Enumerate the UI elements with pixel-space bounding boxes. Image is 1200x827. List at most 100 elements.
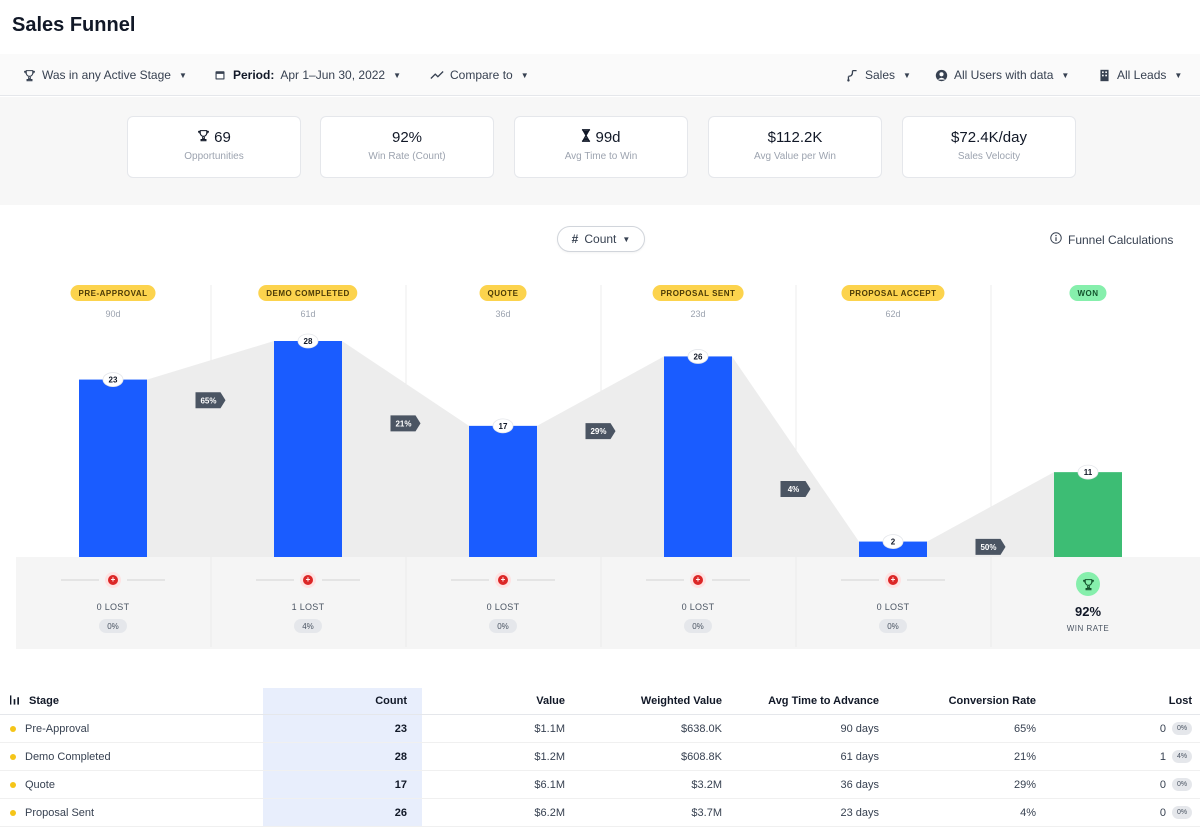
trophy-icon [22,68,36,82]
stage-dot [10,809,16,816]
lost-count: 0 LOST [876,602,910,612]
period-label: Period: [233,68,275,82]
stage-badge: QUOTE [479,285,527,301]
calendar-icon [213,68,227,82]
lost-percent: 0% [489,619,517,633]
table-row[interactable]: Quote 17 $6.1M $3.2M 36 days 29% 0 0% [0,771,1200,799]
header-lost[interactable]: Lost [1100,688,1192,714]
win-trophy-icon [1076,572,1100,596]
chevron-down-icon: ▼ [520,70,529,80]
weighted-value-cell: $638.0K [681,722,722,735]
chevron-down-icon: ▼ [393,70,402,80]
conversion-cell: 65% [1013,722,1036,735]
header-conversion-rate[interactable]: Conversion Rate [885,688,1036,714]
stage-dot [10,725,16,732]
lost-pct-pill: 0% [1172,722,1192,735]
kpi-value: 69 [214,129,231,146]
chevron-down-icon: ▼ [903,70,911,80]
kpi-sales-velocity: $72.4K/day Sales Velocity [902,116,1076,178]
lost-band [16,557,1200,649]
funnel-chart: 23 28 17 26 2 11 65% 21% 29% 4% 50% [16,285,1200,649]
leads-label: All Leads [1117,68,1167,82]
lost-icon: + [690,572,706,588]
conversion-rate-label: 4% [788,485,800,494]
lost-value: 1 [1159,750,1166,763]
avg-time-cell: 61 days [840,750,879,763]
weighted-value-cell: $608.8K [681,750,722,763]
lost-pct-pill: 0% [1172,778,1192,791]
kpi-value: 92% [391,129,423,146]
bar-value-label: 11 [1084,468,1093,477]
funnel-bar [664,356,732,557]
value-cell: $1.1M [534,722,565,735]
win-rate-label: WIN RATE [1066,624,1110,633]
leads-dropdown[interactable]: All Leads ▼ [1097,54,1182,96]
lost-percent: 0% [684,619,712,633]
conversion-rate-label: 65% [200,396,216,405]
trend-line-icon [430,68,444,82]
chevron-down-icon: ▼ [178,70,187,80]
kpi-label: Avg Value per Win [754,151,836,162]
value-cell: $6.2M [534,806,565,819]
avg-time-cell: 90 days [840,722,879,735]
metric-select[interactable]: # Count ▼ [557,226,645,252]
header-stage[interactable]: Stage [10,688,59,714]
lost-count: 1 LOST [291,602,325,612]
period-dropdown[interactable]: Period: Apr 1–Jun 30, 2022 ▼ [213,54,401,96]
conversion-rate-label: 29% [590,427,606,436]
funnel-calculations-link[interactable]: Funnel Calculations [1050,232,1173,247]
stage-dot [10,753,16,760]
header-value[interactable]: Value [430,688,565,714]
weighted-value-cell: $3.2M [691,778,722,791]
info-icon [1050,232,1062,247]
pipeline-dropdown[interactable]: Sales ▼ [845,54,911,96]
building-icon [1097,68,1111,82]
kpi-label: Avg Time to Win [564,151,638,162]
funnel-pipeline-icon [845,68,859,82]
lost-value: 0 [1159,778,1166,791]
conversion-cell: 29% [1013,778,1036,791]
lost-icon: + [105,572,121,588]
table-row[interactable]: Demo Completed 28 $1.2M $608.8K 61 days … [0,743,1200,771]
bar-value-label: 28 [304,337,313,346]
stage-days: 62d [885,309,901,319]
count-cell: 17 [394,778,407,791]
kpi-win-rate: 92% Win Rate (Count) [320,116,494,178]
kpi-label: Opportunities [184,151,244,162]
funnel-bar [469,425,537,557]
table-header: Stage Count Value Weighted Value Avg Tim… [0,688,1200,715]
lost-count: 0 LOST [681,602,715,612]
lost-pct-pill: 4% [1172,750,1192,763]
table-row[interactable]: Pre-Approval 23 $1.1M $638.0K 90 days 65… [0,715,1200,743]
stage-cell: Quote [10,771,55,798]
bar-value-label: 23 [109,376,118,385]
bar-chart-icon [10,694,21,708]
header-count[interactable]: Count [263,688,407,714]
stage-cell: Proposal Sent [10,799,94,826]
pipeline-label: Sales [865,68,896,82]
stage-name: Proposal Sent [25,806,95,819]
table-body: Pre-Approval 23 $1.1M $638.0K 90 days 65… [0,715,1200,827]
weighted-value-cell: $3.7M [691,806,722,819]
stage-days: 36d [495,309,511,319]
conversion-cell: 4% [1020,806,1036,819]
kpi-value: 99d [595,129,621,146]
kpi-opportunities: 69 Opportunities [127,116,301,178]
table-row[interactable]: Proposal Sent 26 $6.2M $3.7M 23 days 4% … [0,799,1200,827]
chevron-down-icon: ▼ [1061,70,1070,80]
kpi-label: Sales Velocity [957,151,1021,162]
conversion-rate-label: 21% [395,419,411,428]
header-weighted-value[interactable]: Weighted Value [580,688,722,714]
stage-filter-label: Was in any Active Stage [42,68,171,82]
conversion-cell: 21% [1013,750,1036,763]
stage-filter-dropdown[interactable]: Was in any Active Stage ▼ [22,54,187,96]
stage-badge: DEMO COMPLETED [258,285,358,301]
kpi-value: $72.4K/day [951,129,1027,146]
lost-cell: 0 0% [1100,771,1192,798]
header-avg-time[interactable]: Avg Time to Advance [730,688,879,714]
compare-dropdown[interactable]: Compare to ▼ [430,54,529,96]
bar-value-label: 2 [891,538,896,547]
users-label: All Users with data [954,68,1054,82]
funnel-bar [79,379,147,557]
users-dropdown[interactable]: All Users with data ▼ [934,54,1069,96]
